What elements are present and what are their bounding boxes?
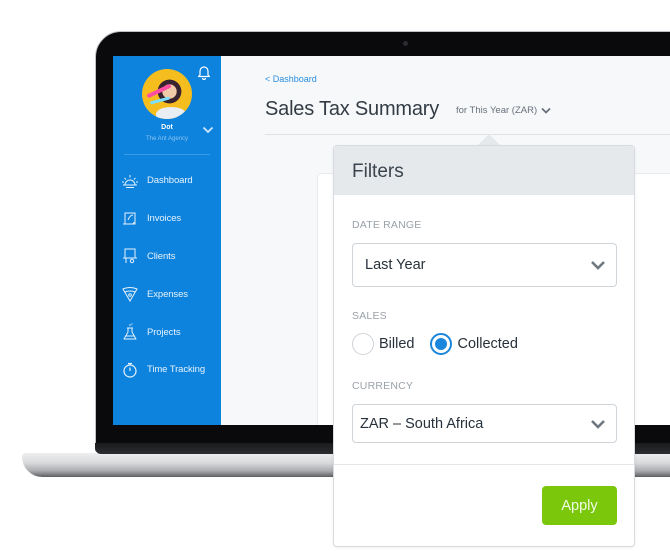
sunrise-icon	[121, 172, 139, 190]
chevron-down-icon	[541, 107, 551, 114]
currency-label: CURRENCY	[352, 380, 414, 392]
radio-collected[interactable]: Collected	[430, 333, 518, 355]
breadcrumb-dashboard-link[interactable]: < Dashboard	[265, 74, 317, 84]
sidebar-item-time-tracking[interactable]: Time Tracking	[113, 351, 221, 389]
currency-select[interactable]: ZAR – South Africa	[352, 404, 617, 443]
chevron-down-icon[interactable]	[202, 126, 214, 134]
marketing-stage: Dot The Ant Agency Dashboard Invoices Cl…	[0, 0, 670, 551]
radio-label: Billed	[379, 336, 415, 352]
avatar[interactable]	[142, 69, 192, 119]
user-organization: The Ant Agency	[145, 136, 189, 142]
pizza-slice-icon	[121, 285, 139, 303]
sidebar-item-clients[interactable]: Clients	[113, 238, 221, 276]
apply-button[interactable]: Apply	[542, 486, 617, 525]
date-range-label: DATE RANGE	[352, 219, 422, 231]
sidebar-item-label: Expenses	[147, 288, 188, 300]
title-divider	[265, 134, 670, 135]
radio-circle-selected[interactable]	[430, 333, 453, 355]
chevron-down-icon	[591, 420, 605, 429]
date-range-select[interactable]: Last Year	[352, 243, 617, 287]
filters-divider	[334, 464, 634, 465]
radio-circle[interactable]	[352, 333, 374, 355]
sidebar-item-label: Projects	[147, 326, 181, 338]
sidebar-item-label: Invoices	[147, 213, 182, 225]
filters-title: Filters	[352, 161, 404, 182]
sidebar-item-label: Dashboard	[147, 175, 193, 187]
client-desk-icon	[121, 247, 139, 265]
sales-label: SALES	[352, 310, 387, 322]
stopwatch-icon	[121, 361, 139, 379]
page-title: Sales Tax Summary	[265, 98, 440, 120]
sidebar-item-dashboard[interactable]: Dashboard	[113, 162, 221, 200]
date-range-value: Last Year	[365, 257, 426, 273]
radio-label: Collected	[457, 336, 518, 352]
sidebar-divider	[124, 154, 210, 155]
sidebar-item-invoices[interactable]: Invoices	[113, 200, 221, 238]
camera-icon	[403, 41, 408, 46]
scroll-icon	[121, 210, 139, 228]
filters-header: Filters	[334, 146, 634, 195]
filters-popover: Filters DATE RANGE Last Year SALES Bille…	[333, 145, 635, 547]
sidebar-nav: Dashboard Invoices Clients Expenses Proj…	[113, 162, 221, 389]
currency-value: ZAR – South Africa	[360, 416, 484, 432]
chevron-down-icon	[591, 261, 605, 270]
sidebar-item-label: Time Tracking	[147, 364, 206, 376]
period-dropdown[interactable]: for This Year (ZAR)	[456, 105, 551, 116]
bell-icon[interactable]	[197, 64, 211, 80]
radio-billed[interactable]: Billed	[352, 333, 414, 355]
sales-radio-group: Billed Collected	[352, 333, 534, 355]
sidebar-item-label: Clients	[147, 250, 176, 262]
sidebar-item-expenses[interactable]: Expenses	[113, 275, 221, 313]
period-label: for This Year (ZAR)	[456, 105, 538, 116]
sidebar: Dot The Ant Agency Dashboard Invoices Cl…	[113, 56, 221, 425]
flask-icon	[121, 323, 139, 341]
sidebar-item-projects[interactable]: Projects	[113, 313, 221, 351]
